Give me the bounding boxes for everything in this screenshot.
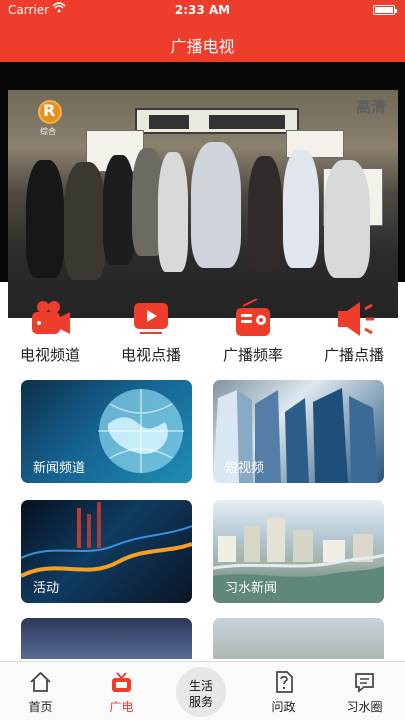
quick-action-label: 广播点播 (323, 346, 384, 364)
content-grid: 新闻频道 短视频 活动 习水新闻 (0, 380, 405, 680)
card-label: 习水新闻 (225, 581, 278, 596)
battery-icon (373, 5, 397, 15)
video-banner (135, 108, 299, 134)
hd-badge: 高清 (355, 98, 386, 116)
tab-label: 首页 (28, 700, 53, 714)
quick-actions: 电视频道 电视点播 广播频率 广播点播 (0, 292, 405, 364)
video-figure (191, 142, 241, 268)
question-document-icon (276, 671, 293, 693)
logo-letter-icon: R (43, 101, 56, 120)
quick-action-label: 广播频率 (222, 346, 283, 364)
play-icon (134, 303, 168, 334)
status-bar: Carrier 2:33 AM (0, 0, 405, 22)
logo-text: 综合 (40, 127, 56, 136)
tv-icon (112, 672, 131, 692)
camera-icon (32, 301, 70, 334)
video-player[interactable]: R 综合 高清 (0, 62, 405, 318)
home-icon (30, 671, 51, 692)
news-channel-card[interactable]: 新闻频道 (21, 380, 192, 483)
video-frame[interactable]: R 综合 高清 (8, 90, 398, 318)
channel-logo: R 综合 (26, 100, 82, 140)
more-card[interactable] (213, 618, 384, 659)
more-card[interactable] (21, 618, 192, 659)
speaker-icon (338, 302, 374, 336)
tab-ask[interactable]: 问政 (243, 662, 324, 720)
tab-life-service[interactable]: 生活 服务 (176, 667, 226, 717)
card-label: 活动 (33, 581, 60, 596)
message-icon (355, 673, 374, 693)
short-video-card[interactable]: 短视频 (213, 380, 384, 483)
video-figure (248, 156, 282, 272)
video-figure (26, 160, 64, 278)
xishui-news-card[interactable]: 习水新闻 (213, 500, 384, 603)
video-figure (103, 155, 135, 265)
radio-demand-button[interactable]: 广播点播 (304, 292, 404, 364)
quick-action-label: 电视点播 (120, 346, 181, 364)
tab-circle[interactable]: 习水圈 (324, 662, 405, 720)
tab-label: 生活 (188, 679, 213, 693)
activity-card[interactable]: 活动 (21, 500, 192, 603)
status-time: 2:33 AM (174, 3, 231, 17)
card-label: 新闻频道 (33, 461, 86, 476)
tab-label: 习水圈 (346, 700, 383, 714)
globe-icon (98, 389, 184, 473)
video-figure (324, 160, 370, 278)
video-figure (283, 150, 319, 268)
tab-broadcast[interactable]: 广电 (81, 662, 162, 720)
tab-label: 服务 (188, 695, 213, 709)
video-figure (158, 152, 188, 272)
quick-action-label: 电视频道 (19, 346, 80, 364)
card-label: 短视频 (225, 461, 265, 476)
tab-home[interactable]: 首页 (0, 662, 81, 720)
bottom-tabbar: 首页 广电 生活 服务 问政 习水圈 (0, 661, 405, 720)
radio-icon (236, 299, 270, 336)
radio-frequency-button[interactable]: 广播频率 (203, 292, 303, 364)
tv-channel-button[interactable]: 电视频道 (0, 292, 100, 364)
video-figure (64, 162, 106, 280)
tv-demand-button[interactable]: 电视点播 (101, 292, 201, 364)
page-title: 广播电视 (170, 37, 235, 56)
tab-label: 问政 (271, 700, 296, 714)
top-header: Carrier 2:33 AM 广播电视 (0, 0, 405, 62)
tab-label: 广电 (109, 700, 134, 714)
